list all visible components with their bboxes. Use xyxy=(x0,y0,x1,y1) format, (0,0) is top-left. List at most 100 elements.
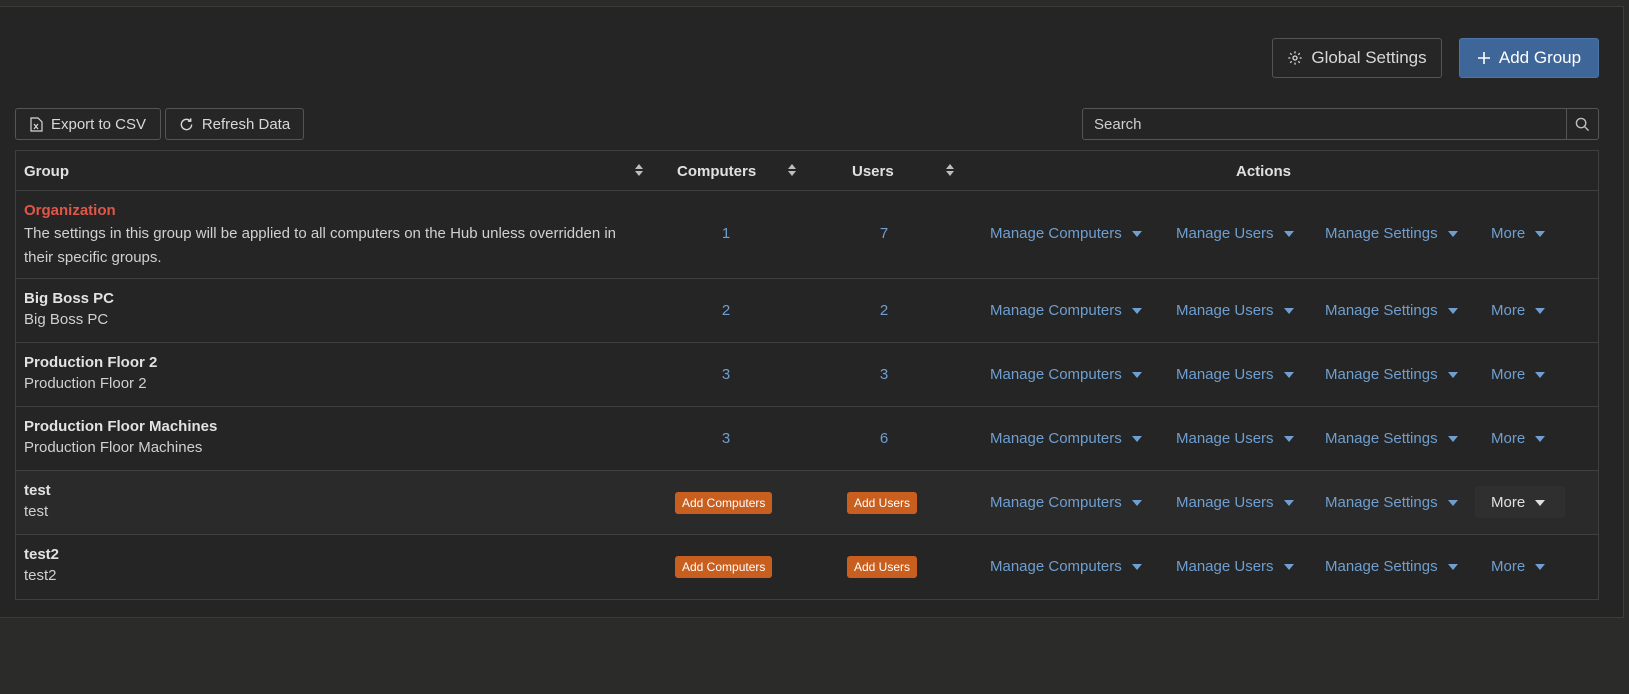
users-count[interactable]: 6 xyxy=(864,430,904,447)
manage-computers-label: Manage Computers xyxy=(990,366,1122,383)
manage-settings-label: Manage Settings xyxy=(1325,302,1438,319)
caret-down-icon xyxy=(1447,499,1458,506)
groups-panel: Global Settings Add Group Export to CSV … xyxy=(0,6,1624,618)
sort-icon[interactable] xyxy=(634,163,644,177)
group-name[interactable]: Production Floor 2 xyxy=(24,354,157,371)
manage-settings-dropdown[interactable]: Manage Settings xyxy=(1325,494,1458,511)
computers-count[interactable]: 1 xyxy=(706,225,746,242)
manage-computers-dropdown[interactable]: Manage Computers xyxy=(990,302,1142,319)
group-name[interactable]: test2 xyxy=(24,546,59,563)
manage-users-label: Manage Users xyxy=(1176,430,1274,447)
manage-users-dropdown[interactable]: Manage Users xyxy=(1176,302,1294,319)
table-row: test2 test2 Add Computers Add Users Mana… xyxy=(16,535,1598,599)
table-row: Big Boss PC Big Boss PC 2 2 Manage Compu… xyxy=(16,279,1598,343)
add-group-label: Add Group xyxy=(1498,48,1582,67)
caret-down-icon xyxy=(1131,230,1142,237)
more-label: More xyxy=(1491,494,1526,511)
manage-users-dropdown[interactable]: Manage Users xyxy=(1176,494,1294,511)
manage-settings-dropdown[interactable]: Manage Settings xyxy=(1325,366,1458,383)
computers-count[interactable]: 3 xyxy=(706,366,746,383)
search-box xyxy=(1082,108,1599,140)
table-row: Organization The settings in this group … xyxy=(16,191,1598,279)
manage-settings-dropdown[interactable]: Manage Settings xyxy=(1325,302,1458,319)
search-button[interactable] xyxy=(1566,109,1598,139)
manage-computers-dropdown[interactable]: Manage Computers xyxy=(990,225,1142,242)
manage-computers-dropdown[interactable]: Manage Computers xyxy=(990,558,1142,575)
table-row: Production Floor 2 Production Floor 2 3 … xyxy=(16,343,1598,407)
column-header-actions: Actions xyxy=(1236,162,1292,180)
caret-down-icon xyxy=(1535,563,1546,570)
more-label: More xyxy=(1491,366,1526,383)
add-computers-button[interactable]: Add Computers xyxy=(675,492,773,514)
group-description: Production Floor Machines xyxy=(24,439,203,456)
more-dropdown[interactable]: More xyxy=(1491,225,1546,242)
caret-down-icon xyxy=(1283,563,1294,570)
caret-down-icon xyxy=(1283,435,1294,442)
more-dropdown[interactable]: More xyxy=(1491,366,1546,383)
users-count[interactable]: 3 xyxy=(864,366,904,383)
caret-down-icon xyxy=(1535,435,1546,442)
more-label: More xyxy=(1491,225,1526,242)
group-description: Production Floor 2 xyxy=(24,375,147,392)
more-dropdown[interactable]: More xyxy=(1491,302,1546,319)
add-users-button[interactable]: Add Users xyxy=(847,492,918,514)
manage-computers-dropdown[interactable]: Manage Computers xyxy=(990,494,1142,511)
group-description: test2 xyxy=(24,567,57,584)
users-count[interactable]: 2 xyxy=(864,302,904,319)
more-dropdown[interactable]: More xyxy=(1491,558,1546,575)
computers-count[interactable]: 3 xyxy=(706,430,746,447)
more-dropdown[interactable]: More xyxy=(1491,494,1546,511)
caret-down-icon xyxy=(1131,435,1142,442)
manage-computers-dropdown[interactable]: Manage Computers xyxy=(990,430,1142,447)
manage-users-dropdown[interactable]: Manage Users xyxy=(1176,558,1294,575)
export-csv-button[interactable]: Export to CSV xyxy=(15,108,161,140)
global-settings-label: Global Settings xyxy=(1311,48,1427,67)
manage-settings-dropdown[interactable]: Manage Settings xyxy=(1325,558,1458,575)
group-name[interactable]: Organization xyxy=(24,202,116,219)
caret-down-icon xyxy=(1283,371,1294,378)
sort-icon[interactable] xyxy=(787,163,797,177)
manage-users-label: Manage Users xyxy=(1176,558,1274,575)
caret-down-icon xyxy=(1535,499,1546,506)
manage-computers-label: Manage Computers xyxy=(990,494,1122,511)
manage-settings-label: Manage Settings xyxy=(1325,225,1438,242)
manage-users-dropdown[interactable]: Manage Users xyxy=(1176,430,1294,447)
search-input[interactable] xyxy=(1083,109,1566,139)
more-label: More xyxy=(1491,430,1526,447)
caret-down-icon xyxy=(1131,499,1142,506)
add-group-button[interactable]: Add Group xyxy=(1459,38,1599,78)
manage-computers-dropdown[interactable]: Manage Computers xyxy=(990,366,1142,383)
manage-settings-label: Manage Settings xyxy=(1325,366,1438,383)
manage-users-label: Manage Users xyxy=(1176,302,1274,319)
caret-down-icon xyxy=(1447,307,1458,314)
global-settings-button[interactable]: Global Settings xyxy=(1272,38,1442,78)
more-dropdown[interactable]: More xyxy=(1491,430,1546,447)
group-name[interactable]: Production Floor Machines xyxy=(24,418,217,435)
manage-users-dropdown[interactable]: Manage Users xyxy=(1176,366,1294,383)
caret-down-icon xyxy=(1283,307,1294,314)
computers-count[interactable]: 2 xyxy=(706,302,746,319)
gear-icon xyxy=(1288,51,1303,65)
caret-down-icon xyxy=(1131,371,1142,378)
add-computers-button[interactable]: Add Computers xyxy=(675,556,773,578)
add-users-button[interactable]: Add Users xyxy=(847,556,918,578)
table-row: Production Floor Machines Production Flo… xyxy=(16,407,1598,471)
manage-settings-dropdown[interactable]: Manage Settings xyxy=(1325,430,1458,447)
manage-settings-dropdown[interactable]: Manage Settings xyxy=(1325,225,1458,242)
manage-settings-label: Manage Settings xyxy=(1325,430,1438,447)
manage-computers-label: Manage Computers xyxy=(990,558,1122,575)
refresh-data-button[interactable]: Refresh Data xyxy=(165,108,304,140)
group-name[interactable]: test xyxy=(24,482,51,499)
caret-down-icon xyxy=(1283,230,1294,237)
sort-icon[interactable] xyxy=(945,163,955,177)
column-header-group[interactable]: Group xyxy=(24,151,69,191)
users-count[interactable]: 7 xyxy=(864,225,904,242)
file-excel-icon xyxy=(30,116,43,132)
column-header-computers[interactable]: Computers xyxy=(677,151,756,191)
caret-down-icon xyxy=(1447,230,1458,237)
caret-down-icon xyxy=(1283,499,1294,506)
caret-down-icon xyxy=(1535,230,1546,237)
manage-users-dropdown[interactable]: Manage Users xyxy=(1176,225,1294,242)
column-header-users[interactable]: Users xyxy=(852,151,894,191)
group-name[interactable]: Big Boss PC xyxy=(24,290,114,307)
